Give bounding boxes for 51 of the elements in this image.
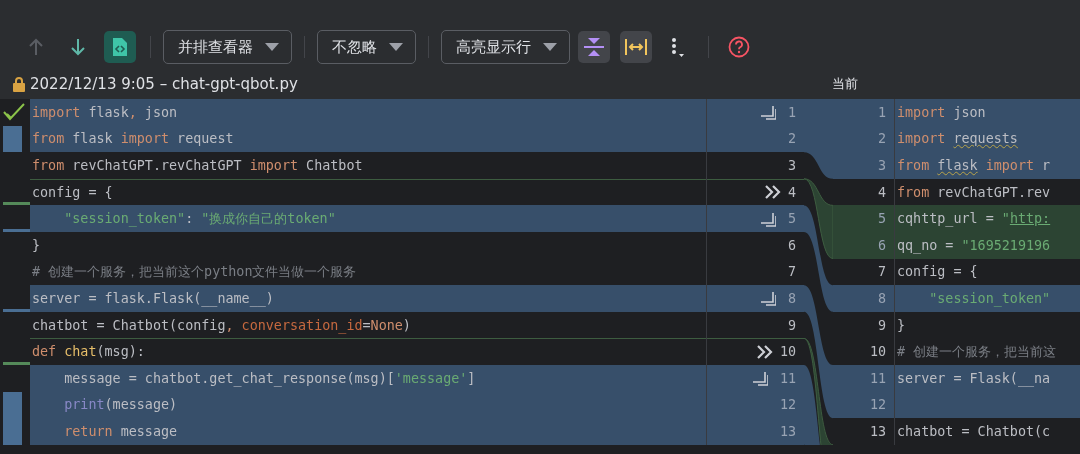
code-file-icon bbox=[112, 37, 128, 57]
code-line: def chat(msg): bbox=[30, 338, 707, 365]
line-number: 4 bbox=[787, 184, 797, 200]
line-number: 13 bbox=[833, 418, 895, 445]
dropdown[interactable]: 并排查看器 bbox=[163, 30, 292, 64]
line-number: 11 bbox=[779, 370, 797, 386]
line-number: 10 bbox=[833, 338, 895, 365]
line-number: 6 bbox=[787, 237, 797, 253]
lock-icon bbox=[12, 75, 26, 92]
line-number: 12 bbox=[779, 397, 797, 413]
width-arrows-icon bbox=[625, 38, 647, 56]
pane-title: 当前 bbox=[832, 74, 858, 93]
code-line: from revChatGPT.rev bbox=[896, 183, 1052, 202]
code-line: } bbox=[896, 316, 907, 335]
caret-icon bbox=[389, 43, 403, 51]
line-number: 6 bbox=[833, 231, 895, 259]
line-number: 1 bbox=[787, 104, 797, 120]
code-line: from revChatGPT.revChatGPT import Chatbot bbox=[30, 152, 707, 179]
code-line: config = { bbox=[896, 263, 979, 282]
up-arrow-icon bbox=[28, 38, 44, 56]
toggle-button[interactable] bbox=[578, 31, 610, 63]
line-number: 7 bbox=[787, 264, 797, 280]
line-number: 11 bbox=[833, 364, 895, 392]
line-number: 9 bbox=[833, 311, 895, 339]
file-button[interactable] bbox=[104, 31, 136, 63]
line-number: 10 bbox=[779, 344, 797, 360]
code-line: chatbot = Chatbot(c bbox=[896, 422, 1052, 441]
more-icon bbox=[671, 37, 685, 57]
code-line: } bbox=[30, 231, 707, 259]
line-number: 12 bbox=[833, 391, 895, 419]
line-number: 1 bbox=[833, 99, 895, 126]
line-number: 2 bbox=[787, 131, 797, 147]
caret-icon bbox=[265, 43, 279, 51]
line-number: 3 bbox=[833, 152, 895, 179]
help-icon bbox=[728, 36, 750, 58]
line-number: 5 bbox=[787, 211, 797, 227]
dropdown[interactable]: 高亮显示行 bbox=[441, 30, 570, 64]
toggle-button[interactable] bbox=[620, 31, 652, 63]
down-arrow-icon bbox=[70, 38, 86, 56]
line-number: 3 bbox=[787, 158, 797, 173]
line-number: 8 bbox=[787, 290, 797, 306]
line-number: 5 bbox=[833, 205, 895, 232]
line-number: 2 bbox=[833, 125, 895, 153]
line-number: 13 bbox=[779, 423, 797, 439]
file-title: 2022/12/13 9:05 – chat-gpt-qbot.py bbox=[30, 74, 298, 93]
dropdown[interactable]: 不忽略 bbox=[317, 30, 416, 64]
code-line: chatbot = Chatbot(config, conversation_id=None) bbox=[30, 311, 707, 339]
caret-icon bbox=[543, 43, 557, 51]
line-number: 9 bbox=[787, 317, 797, 333]
line-number: 8 bbox=[833, 285, 895, 312]
collapse-icon bbox=[584, 37, 604, 57]
